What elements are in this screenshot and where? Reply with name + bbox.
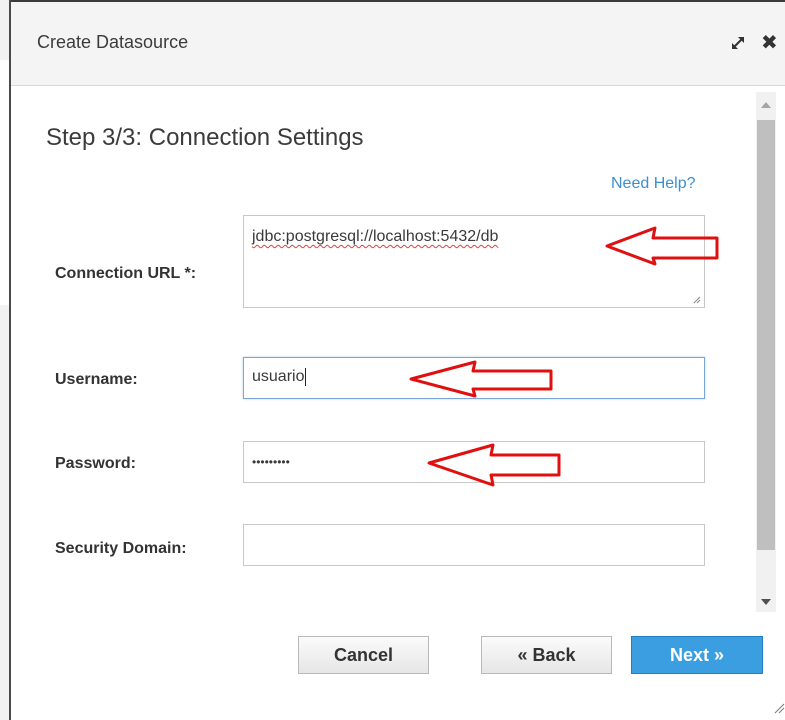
username-label: Username:	[55, 371, 138, 388]
vertical-scrollbar[interactable]	[756, 92, 776, 612]
annotation-arrow-username	[409, 360, 553, 398]
password-value: •••••••••	[252, 455, 290, 469]
password-label: Password:	[55, 455, 136, 472]
close-icon[interactable]: ✖	[761, 30, 778, 56]
connection-url-label: Connection URL *:	[55, 265, 197, 282]
dialog-header: Create Datasource ✖	[11, 0, 785, 86]
background-window-edge	[0, 0, 11, 720]
create-datasource-dialog: Create Datasource ✖ Step 3/3: Connection…	[11, 0, 785, 720]
security-domain-label: Security Domain:	[55, 540, 187, 557]
next-button[interactable]: Next »	[631, 636, 763, 674]
dialog-title: Create Datasource	[37, 32, 189, 52]
security-domain-field[interactable]	[243, 524, 705, 566]
need-help-link[interactable]: Need Help?	[611, 175, 696, 193]
dialog-resize-grip-icon[interactable]	[773, 702, 785, 714]
scroll-up-arrow-icon[interactable]	[761, 102, 771, 108]
username-value: usuario	[252, 368, 307, 386]
step-title: Step 3/3: Connection Settings	[46, 124, 364, 151]
scrollbar-thumb[interactable]	[757, 120, 775, 550]
annotation-arrow-url	[605, 226, 719, 266]
connection-url-value: jdbc:postgresql://localhost:5432/db	[252, 228, 499, 245]
cancel-button[interactable]: Cancel	[298, 636, 429, 674]
resize-grip-icon[interactable]	[693, 296, 701, 304]
annotation-arrow-password	[427, 443, 561, 487]
text-cursor	[305, 368, 307, 386]
back-button[interactable]: « Back	[481, 636, 612, 674]
maximize-icon[interactable]	[727, 32, 749, 54]
scroll-down-arrow-icon[interactable]	[761, 599, 771, 605]
